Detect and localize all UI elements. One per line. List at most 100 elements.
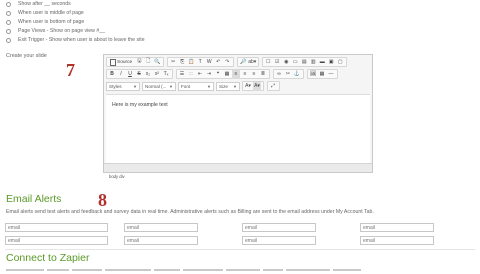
textarea-icon[interactable]: ▤	[300, 58, 308, 67]
source-icon	[110, 58, 116, 66]
rich-text-editor: Source 🖫 🗋 🔍 ✂ ⎘ 📋 T W ↶ ↷ 🔎 ab▾ ☐ ☑ ◉ ▭…	[103, 54, 373, 179]
outdent-icon[interactable]: ⇤	[196, 70, 204, 79]
image-button-icon[interactable]: ▣	[327, 58, 335, 67]
maximize-icon[interactable]: ⤢	[269, 82, 277, 91]
format-select-value: Normal (...	[145, 83, 167, 89]
underline-icon[interactable]: U	[126, 70, 134, 79]
zapier-description	[6, 269, 426, 274]
email-alerts-heading: Email Alerts	[6, 193, 62, 205]
create-slide-label: Create your slide	[6, 53, 47, 59]
editor-status-bar: body div	[104, 163, 372, 179]
superscript-icon[interactable]: x²	[153, 70, 161, 79]
trigger-option-label: Page Views - Show on page view #__	[18, 28, 105, 34]
table-icon[interactable]: ▦	[318, 70, 326, 79]
bulleted-list-icon[interactable]: ∷	[187, 70, 195, 79]
step-number-8: 8	[98, 190, 107, 210]
button-icon[interactable]: ▬	[318, 58, 326, 67]
indent-icon[interactable]: ⇥	[205, 70, 213, 79]
chevron-down-icon: ▼	[169, 83, 173, 89]
toolbar-row-2: B I U S x₂ x² Tₓ ☰ ∷ ⇤ ⇥ ❝ ▦ ≡ ≡ ≡ ≣ ∞ ✂…	[106, 69, 341, 79]
paste-text-icon[interactable]: T	[196, 58, 204, 67]
strike-icon[interactable]: S	[135, 70, 143, 79]
preview-icon[interactable]: 🔍	[153, 58, 161, 67]
cut-icon[interactable]: ✂	[169, 58, 177, 67]
toolbar-row-1: Source 🖫 🗋 🔍 ✂ ⎘ 📋 T W ↶ ↷ 🔎 ab▾ ☐ ☑ ◉ ▭…	[106, 57, 350, 67]
step-number-7: 7	[66, 60, 75, 80]
trigger-option-label: Exit Trigger - Show when user is about t…	[18, 37, 145, 43]
paste-icon[interactable]: 📋	[187, 58, 195, 67]
font-select[interactable]: Font ▼	[178, 81, 214, 91]
textfield-icon[interactable]: ▭	[291, 58, 299, 67]
styles-select[interactable]: Styles ▼	[106, 81, 140, 91]
radio-button[interactable]	[6, 28, 11, 34]
save-icon[interactable]: 🖫	[135, 58, 143, 67]
email-field[interactable]	[5, 236, 108, 245]
email-field[interactable]	[242, 223, 316, 232]
editor-content-area[interactable]: Here is my example text	[106, 94, 370, 166]
copy-icon[interactable]: ⎘	[178, 58, 186, 67]
chevron-down-icon: ▼	[207, 83, 211, 89]
unlink-icon[interactable]: ✂	[284, 70, 292, 79]
source-button[interactable]: Source	[108, 58, 134, 67]
format-select[interactable]: Normal (... ▼	[142, 81, 176, 91]
checkbox-icon[interactable]: ☑	[273, 58, 281, 67]
zapier-heading: Connect to Zapier	[6, 252, 90, 264]
spellcheck-icon[interactable]: ab▾	[248, 58, 256, 67]
redo-icon[interactable]: ↷	[223, 58, 231, 67]
new-page-icon[interactable]: 🗋	[144, 58, 152, 67]
email-field[interactable]	[5, 223, 108, 232]
source-button-label: Source	[117, 59, 133, 65]
form-icon[interactable]: ☐	[264, 58, 272, 67]
email-field[interactable]	[124, 236, 198, 245]
trigger-option-label: Show after __ seconds	[18, 1, 71, 7]
trigger-option[interactable]: Page Views - Show on page view #__	[6, 27, 105, 35]
radio-button[interactable]	[6, 10, 11, 16]
blockquote-icon[interactable]: ❝	[214, 70, 222, 79]
italic-icon[interactable]: I	[117, 70, 125, 79]
trigger-option[interactable]: Exit Trigger - Show when user is about t…	[6, 36, 145, 44]
toolbar-row-3: Styles ▼ Normal (... ▼ Font ▼ Size ▼ A▾ …	[106, 81, 283, 91]
subscript-icon[interactable]: x₂	[144, 70, 152, 79]
justify-icon[interactable]: ≣	[259, 70, 267, 79]
image-icon[interactable]: 🖼	[309, 70, 317, 79]
trigger-option-label: When user is bottom of page	[18, 19, 85, 25]
section-divider	[5, 249, 475, 250]
trigger-option[interactable]: Show after __ seconds	[6, 0, 71, 8]
bold-icon[interactable]: B	[108, 70, 116, 79]
email-field[interactable]	[242, 236, 316, 245]
numbered-list-icon[interactable]: ☰	[178, 70, 186, 79]
editor-content-text: Here is my example text	[112, 102, 168, 108]
radio-button[interactable]	[6, 19, 11, 25]
email-field[interactable]	[360, 223, 434, 232]
trigger-option-label: When user is middle of page	[18, 10, 84, 16]
font-select-value: Font	[181, 83, 191, 89]
align-right-icon[interactable]: ≡	[250, 70, 258, 79]
text-color-icon[interactable]: A▾	[244, 82, 252, 91]
align-left-icon[interactable]: ≡	[232, 69, 240, 79]
undo-icon[interactable]: ↶	[214, 58, 222, 67]
styles-select-value: Styles	[109, 83, 122, 89]
radio-button[interactable]	[6, 1, 11, 7]
chevron-down-icon: ▼	[233, 83, 237, 89]
horizontal-line-icon[interactable]: ―	[327, 70, 335, 79]
background-color-icon[interactable]: A▾	[253, 81, 261, 91]
select-icon[interactable]: ▥	[309, 58, 317, 67]
email-field[interactable]	[360, 236, 434, 245]
align-center-icon[interactable]: ≡	[241, 70, 249, 79]
email-field[interactable]	[124, 223, 198, 232]
anchor-icon[interactable]: ⚓	[293, 70, 301, 79]
link-icon[interactable]: ∞	[275, 70, 283, 79]
size-select[interactable]: Size ▼	[216, 81, 240, 91]
size-select-value: Size	[219, 83, 228, 89]
trigger-option[interactable]: When user is middle of page	[6, 9, 84, 17]
element-path: body div	[109, 174, 125, 179]
radio-button[interactable]	[6, 37, 11, 43]
paste-word-icon[interactable]: W	[205, 58, 213, 67]
hidden-field-icon[interactable]: ▢	[336, 58, 344, 67]
trigger-option[interactable]: When user is bottom of page	[6, 18, 84, 26]
email-alerts-description: Email alerts send test alerts and feedba…	[6, 209, 374, 215]
find-icon[interactable]: 🔎	[239, 58, 247, 67]
radio-icon[interactable]: ◉	[282, 58, 290, 67]
div-icon[interactable]: ▦	[223, 70, 231, 79]
remove-format-icon[interactable]: Tₓ	[162, 70, 170, 79]
